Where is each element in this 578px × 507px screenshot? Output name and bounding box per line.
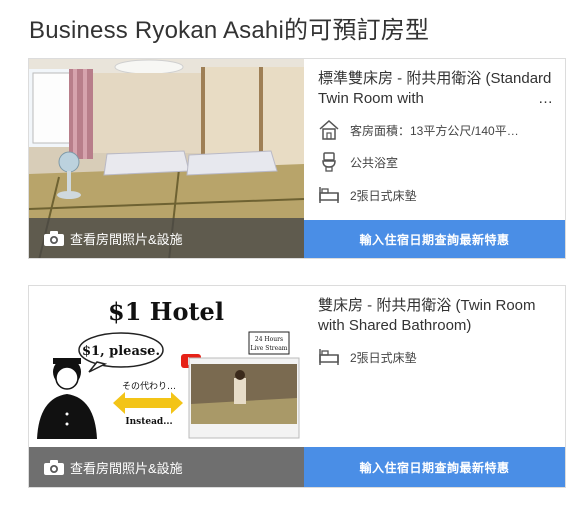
feature-text: 2張日式床墊 (350, 350, 417, 365)
room-name[interactable]: 雙床房 - 附共用衛浴 (Twin Room with Shared Bathr… (318, 296, 553, 336)
check-availability-button[interactable]: 輸入住宿日期查詢最新特惠 (304, 220, 565, 258)
check-availability-button[interactable]: 輸入住宿日期查詢最新特惠 (304, 447, 565, 487)
feature-text: 客房面積：13平方公尺/140平… (350, 123, 519, 138)
room-info: 標準雙床房 - 附共用衛浴 (Standard Twin Room with …… (304, 59, 565, 258)
bed-icon (319, 349, 339, 365)
bed-icon (319, 187, 339, 203)
photo-heading: $1 Hotel (108, 297, 224, 326)
feature-bed: 2張日式床墊 (318, 346, 553, 368)
view-photos-label: 查看房間照片&設施 (70, 231, 183, 247)
photo-stream-label-2: Live Stream (251, 345, 288, 352)
view-photos-link[interactable]: 查看房間照片&設施 (29, 447, 304, 487)
feature-text: 2張日式床墊 (350, 188, 417, 203)
camera-icon (44, 459, 64, 475)
feature-text: 公共浴室 (350, 155, 399, 170)
room-photo[interactable]: $1 Hotel $1, please. その代わり… Instead... 2… (29, 286, 304, 487)
house-icon (319, 119, 339, 140)
view-photos-link[interactable]: 查看房間照片&設施 (29, 218, 304, 258)
photo-bubble-text: $1, please. (82, 344, 160, 359)
photo-arrow-top: その代わり… (122, 381, 176, 392)
feature-bathroom: 公共浴室 (318, 151, 553, 173)
room-card: 查看房間照片&設施 標準雙床房 - 附共用衛浴 (Standard Twin R… (28, 58, 566, 259)
room-name-text: 標準雙床房 - 附共用衛浴 (Standard Twin Room with (318, 70, 552, 107)
camera-icon (44, 230, 64, 246)
page-title: Business Ryokan Asahi的可預訂房型 (29, 17, 430, 44)
view-photos-label: 查看房間照片&設施 (70, 460, 183, 476)
room-photo[interactable]: 查看房間照片&設施 (29, 59, 304, 258)
room-name-ellipsis: … (534, 89, 553, 109)
room-card: $1 Hotel $1, please. その代わり… Instead... 2… (28, 285, 566, 488)
feature-room-size: 客房面積：13平方公尺/140平… (318, 119, 553, 141)
room-info: 雙床房 - 附共用衛浴 (Twin Room with Shared Bathr… (304, 286, 565, 487)
photo-arrow-bottom: Instead... (125, 417, 172, 427)
photo-stream-label-1: 24 Hours (255, 336, 283, 343)
toilet-icon (322, 152, 336, 172)
feature-bed: 2張日式床墊 (318, 184, 553, 206)
room-name[interactable]: 標準雙床房 - 附共用衛浴 (Standard Twin Room with … (318, 69, 553, 109)
